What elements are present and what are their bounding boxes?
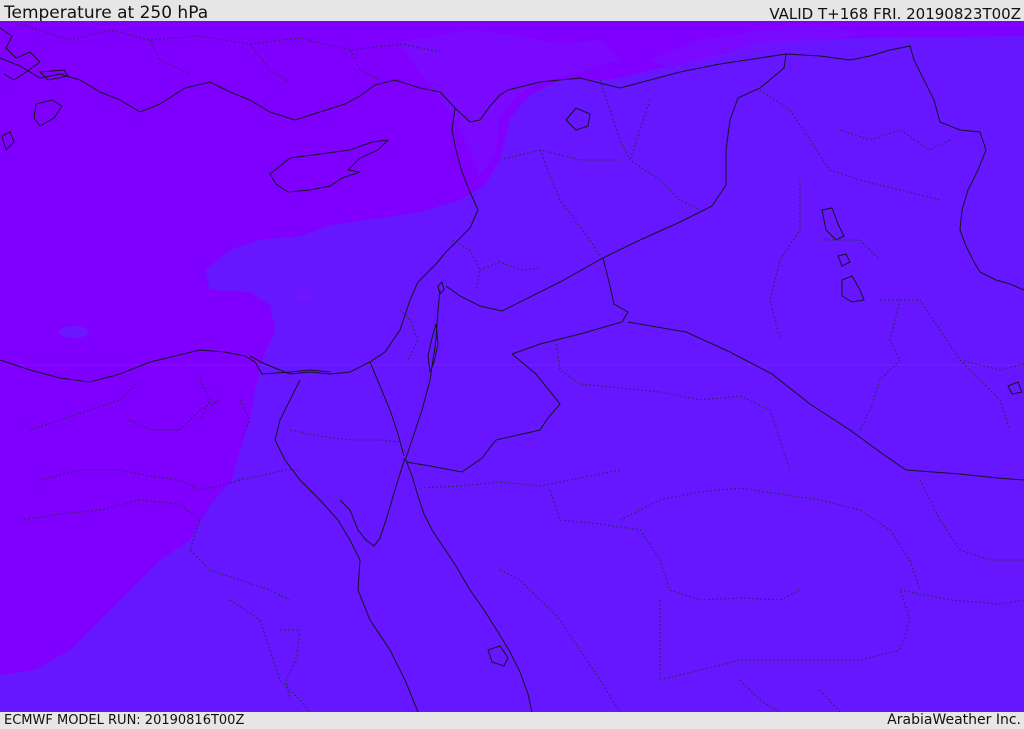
credit-label: ArabiaWeather Inc.: [887, 712, 1021, 728]
warm-pocket: [293, 287, 313, 301]
map-figure: Temperature at 250 hPa VALID T+168 FRI. …: [0, 0, 1024, 729]
model-run-label: ECMWF MODEL RUN: 20190816T00Z: [4, 713, 245, 728]
temperature-map: [0, 21, 1024, 712]
warm-pocket: [59, 326, 89, 338]
map-title: Temperature at 250 hPa: [4, 3, 209, 23]
